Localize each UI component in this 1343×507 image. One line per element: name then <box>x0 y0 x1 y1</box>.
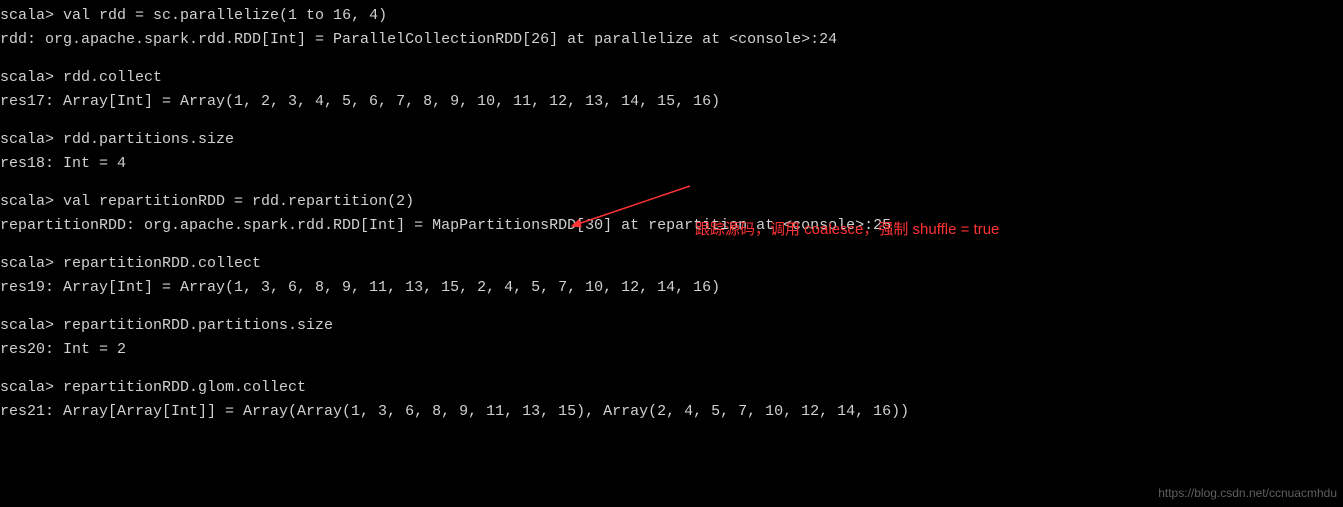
terminal-block: scala> rdd.collect res17: Array[Int] = A… <box>0 66 1343 114</box>
scala-prompt: scala> <box>0 317 54 334</box>
command-text: repartitionRDD.glom.collect <box>54 379 306 396</box>
terminal-block: scala> repartitionRDD.glom.collect res21… <box>0 376 1343 424</box>
terminal-block: scala> repartitionRDD.partitions.size re… <box>0 314 1343 362</box>
output-line: res18: Int = 4 <box>0 152 1343 176</box>
input-line[interactable]: scala> val repartitionRDD = rdd.repartit… <box>0 190 1343 214</box>
terminal-block: scala> val rdd = sc.parallelize(1 to 16,… <box>0 4 1343 52</box>
input-line[interactable]: scala> rdd.collect <box>0 66 1343 90</box>
output-line: res19: Array[Int] = Array(1, 3, 6, 8, 9,… <box>0 276 1343 300</box>
terminal-block: scala> rdd.partitions.size res18: Int = … <box>0 128 1343 176</box>
scala-prompt: scala> <box>0 7 54 24</box>
command-text: rdd.collect <box>54 69 162 86</box>
scala-prompt: scala> <box>0 131 54 148</box>
output-line: repartitionRDD: org.apache.spark.rdd.RDD… <box>0 214 1343 238</box>
terminal-block: scala> repartitionRDD.collect res19: Arr… <box>0 252 1343 300</box>
command-text: repartitionRDD.partitions.size <box>54 317 333 334</box>
output-line: res21: Array[Array[Int]] = Array(Array(1… <box>0 400 1343 424</box>
command-text: repartitionRDD.collect <box>54 255 261 272</box>
annotation-text: 跟踪源码，调用 coalesce，强制 shuffle = true <box>695 218 999 242</box>
input-line[interactable]: scala> repartitionRDD.glom.collect <box>0 376 1343 400</box>
input-line[interactable]: scala> val rdd = sc.parallelize(1 to 16,… <box>0 4 1343 28</box>
scala-prompt: scala> <box>0 69 54 86</box>
command-text: val rdd = sc.parallelize(1 to 16, 4) <box>54 7 387 24</box>
terminal-session: scala> val rdd = sc.parallelize(1 to 16,… <box>0 4 1343 424</box>
output-line: res20: Int = 2 <box>0 338 1343 362</box>
output-line: res17: Array[Int] = Array(1, 2, 3, 4, 5,… <box>0 90 1343 114</box>
watermark-text: https://blog.csdn.net/ccnuacmhdu <box>1158 484 1337 503</box>
scala-prompt: scala> <box>0 193 54 210</box>
input-line[interactable]: scala> repartitionRDD.partitions.size <box>0 314 1343 338</box>
input-line[interactable]: scala> repartitionRDD.collect <box>0 252 1343 276</box>
output-line: rdd: org.apache.spark.rdd.RDD[Int] = Par… <box>0 28 1343 52</box>
scala-prompt: scala> <box>0 379 54 396</box>
input-line[interactable]: scala> rdd.partitions.size <box>0 128 1343 152</box>
command-text: rdd.partitions.size <box>54 131 234 148</box>
command-text: val repartitionRDD = rdd.repartition(2) <box>54 193 414 210</box>
terminal-block: scala> val repartitionRDD = rdd.repartit… <box>0 190 1343 238</box>
scala-prompt: scala> <box>0 255 54 272</box>
